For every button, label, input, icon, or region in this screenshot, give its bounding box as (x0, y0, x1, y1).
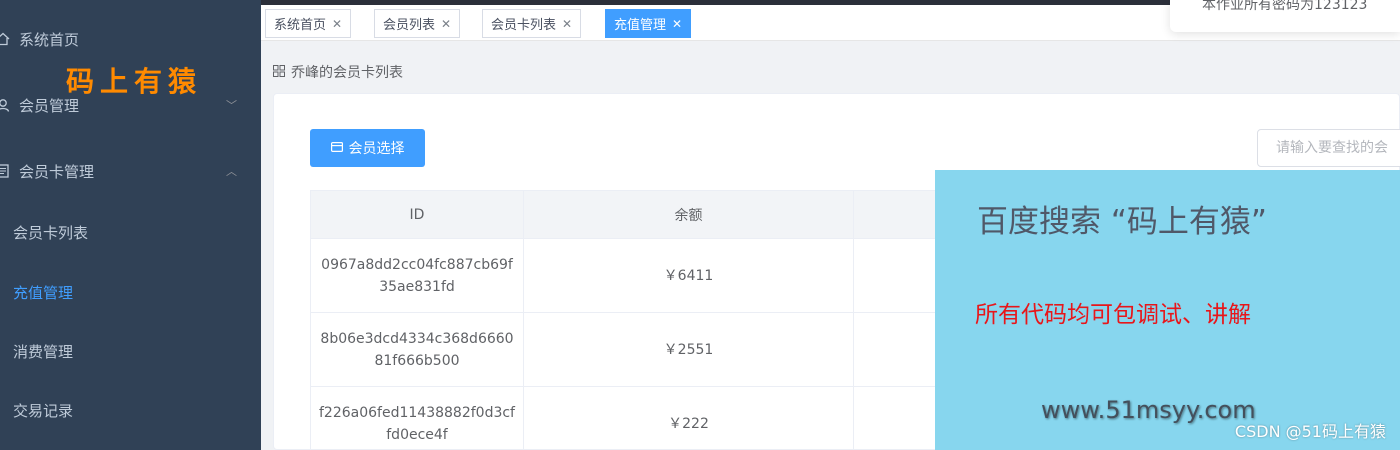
cell-id: 0967a8dd2cc04fc887cb69f35ae831fd (310, 238, 524, 313)
sidebar-item-recharge[interactable]: 充值管理 (0, 272, 261, 312)
sidebar-item-label: 会员卡列表 (13, 223, 89, 242)
ad-title: 百度搜索 “码上有猿” (977, 204, 1267, 240)
sidebar-item-members[interactable]: 会员管理 ﹀ (0, 85, 261, 125)
tag-label: 会员卡列表 (491, 18, 557, 33)
sidebar-item-consumption[interactable]: 消费管理 (0, 331, 261, 371)
close-icon[interactable]: ✕ (672, 17, 682, 31)
close-icon[interactable]: ✕ (332, 17, 342, 31)
ad-url: www.51msyy.com (1041, 396, 1256, 424)
tag-label: 系统首页 (274, 18, 327, 33)
column-header-id: ID (310, 190, 524, 239)
tag-member-list[interactable]: 会员列表 ✕ (374, 9, 461, 38)
member-select-label: 会员选择 (348, 141, 405, 157)
column-header-balance: 余额 (523, 190, 854, 239)
cell-id: 8b06e3dcd4334c368d666081f666b500 (310, 312, 524, 387)
sidebar-item-card-list[interactable]: 会员卡列表 (0, 212, 261, 252)
sidebar-item-label: 充值管理 (13, 283, 74, 302)
cell-balance: ￥6411 (523, 238, 854, 313)
tag-home[interactable]: 系统首页 ✕ (265, 9, 352, 38)
sidebar-item-label: 消费管理 (13, 342, 74, 361)
cell-balance: ￥2551 (523, 312, 854, 387)
tag-label: 充值管理 (614, 18, 667, 33)
sidebar-item-card-management[interactable]: 会员卡管理 ︿ (0, 151, 261, 191)
notice-popup: 本作业所有密码为123123 (1170, 0, 1400, 32)
member-select-button[interactable]: 会员选择 (310, 129, 425, 167)
grid-icon (273, 64, 285, 80)
cell-balance: ￥222 (523, 386, 854, 450)
sidebar: 系统首页 码上有猿 会员管理 ﹀ 会员卡管理 ︿ 会员卡列表 充值管理 消费管理… (0, 0, 261, 450)
search-input[interactable] (1257, 129, 1400, 167)
tag-card-list[interactable]: 会员卡列表 ✕ (482, 9, 582, 38)
sidebar-item-transactions[interactable]: 交易记录 (0, 390, 261, 430)
user-icon (0, 98, 10, 112)
notice-text: 本作业所有密码为123123 (1202, 0, 1368, 13)
watermark: CSDN @51码上有猿 (1234, 422, 1386, 441)
sidebar-item-label: 系统首页 (19, 30, 80, 49)
sidebar-item-label: 交易记录 (13, 401, 74, 420)
sidebar-item-label: 会员卡管理 (19, 162, 95, 181)
close-icon[interactable]: ✕ (441, 17, 451, 31)
cell-id: f226a06fed11438882f0d3cffd0ece4f (310, 386, 524, 450)
document-icon (0, 164, 10, 178)
chevron-up-icon: ︿ (226, 165, 237, 178)
page-title: 乔峰的会员卡列表 (273, 62, 403, 82)
ad-banner: 百度搜索 “码上有猿” 所有代码均可包调试、讲解 www.51msyy.com … (935, 170, 1400, 450)
ad-subtitle: 所有代码均可包调试、讲解 (975, 302, 1251, 328)
tag-recharge[interactable]: 充值管理 ✕ (605, 9, 692, 38)
card-icon (330, 141, 343, 155)
sidebar-item-label: 会员管理 (19, 96, 80, 115)
sidebar-item-home[interactable]: 系统首页 (0, 19, 261, 59)
page-title-text: 乔峰的会员卡列表 (291, 65, 403, 81)
chevron-down-icon: ﹀ (226, 99, 237, 112)
home-icon (0, 32, 10, 46)
tag-label: 会员列表 (383, 18, 436, 33)
close-icon[interactable]: ✕ (562, 17, 572, 31)
